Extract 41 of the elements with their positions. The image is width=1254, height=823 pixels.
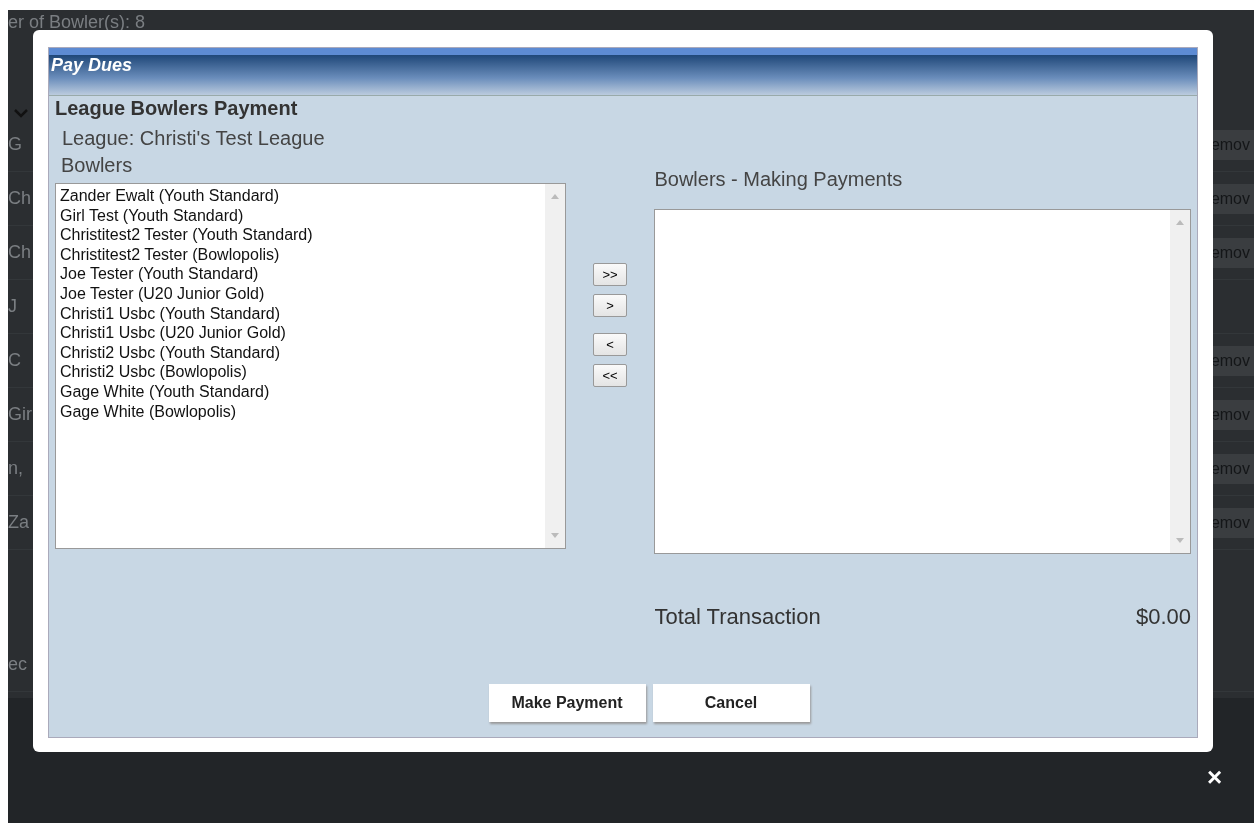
move-button[interactable]: >: [593, 294, 628, 317]
dialog-button[interactable]: Cancel: [652, 684, 810, 722]
total-label: Total Transaction: [654, 604, 821, 630]
bowler-name-text: Ch: [8, 188, 31, 209]
bowler-name-text: C: [8, 350, 21, 371]
list-label: Bowlers: [61, 154, 134, 177]
move-button[interactable]: <<: [593, 364, 628, 387]
list-item[interactable]: Gage White (Bowlopolis): [60, 401, 541, 422]
dialog-button[interactable]: Make Payment: [488, 684, 646, 722]
bowler-name-text: Ch: [8, 242, 31, 263]
move-button[interactable]: >>: [593, 263, 628, 286]
bowler-name-text: Za: [8, 512, 29, 533]
payments-list[interactable]: [654, 209, 1191, 554]
dialog-title: Pay Dues: [51, 55, 133, 75]
league-text: League: Christi's Test League: [62, 127, 326, 150]
list-item[interactable]: Christi1 Usbc (U20 Junior Gold): [60, 323, 541, 343]
list-item[interactable]: Joe Tester (Youth Standard): [60, 264, 541, 284]
total-value: $0.00: [1135, 604, 1191, 630]
bowler-name-text: J: [8, 296, 17, 317]
bowlers-list[interactable]: [55, 183, 566, 549]
list-item[interactable]: Girl Test (Youth Standard): [60, 205, 541, 226]
chevron-icon: [14, 108, 28, 118]
scrollbar[interactable]: [1170, 210, 1190, 553]
list-item[interactable]: Gage White (Youth Standard): [60, 381, 541, 402]
list-item[interactable]: Zander Ewalt (Youth Standard): [60, 186, 541, 206]
list-item[interactable]: Christi2 Usbc (Bowlopolis): [60, 362, 541, 382]
list-item[interactable]: Christitest2 Tester (Bowlopolis): [60, 244, 541, 265]
list-item[interactable]: Christi1 Usbc (Youth Standard): [60, 303, 541, 324]
scrollbar[interactable]: [544, 184, 565, 548]
move-button[interactable]: <: [593, 333, 628, 356]
dialog-heading: League Bowlers Payment: [55, 97, 299, 120]
bowler-name-text: G: [8, 134, 22, 155]
bowler-name-text: n,: [8, 458, 23, 479]
bowler-count-text: er of Bowler(s): 8: [8, 11, 147, 34]
list-item[interactable]: Joe Tester (U20 Junior Gold): [60, 283, 541, 304]
close-button[interactable]: ×: [1204, 764, 1226, 790]
list-item[interactable]: Christitest2 Tester (Youth Standard): [60, 225, 541, 245]
list-label: Bowlers - Making Payments: [654, 168, 904, 191]
bowler-name-text: Gir: [8, 404, 32, 425]
bowler-name-text: ec: [8, 654, 27, 675]
list-item[interactable]: Christi2 Usbc (Youth Standard): [60, 342, 541, 363]
